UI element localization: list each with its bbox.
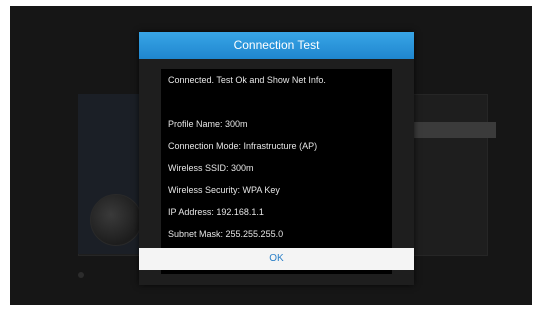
background-indicator-dot: [78, 272, 84, 278]
dialog-info-panel: Connected. Test Ok and Show Net Info. Pr…: [161, 69, 392, 274]
connection-status: Connected. Test Ok and Show Net Info.: [168, 75, 326, 85]
ok-button[interactable]: OK: [139, 248, 414, 270]
connection-mode: Connection Mode: Infrastructure (AP): [168, 141, 318, 151]
wireless-ssid: Wireless SSID: 300m: [168, 163, 254, 173]
globe-icon: [90, 194, 142, 246]
wireless-security: Wireless Security: WPA Key: [168, 185, 280, 195]
profile-name: Profile Name: 300m: [168, 119, 248, 129]
background-selected-row: [410, 122, 496, 138]
ip-address: IP Address: 192.168.1.1: [168, 207, 264, 217]
subnet-mask: Subnet Mask: 255.255.255.0: [168, 229, 284, 239]
dialog-title: Connection Test: [139, 32, 414, 59]
